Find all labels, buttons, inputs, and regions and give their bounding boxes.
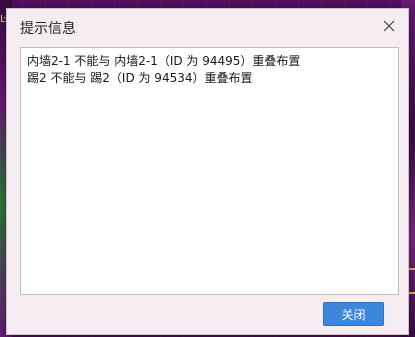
info-dialog: 提示信息 内墙2-1 不能与 内墙2-1（ID 为 94495）重叠布置 踢2 … <box>6 8 409 335</box>
close-icon[interactable] <box>378 15 400 37</box>
message-line: 踢2 不能与 踢2（ID 为 94534）重叠布置 <box>27 71 253 85</box>
message-line: 内墙2-1 不能与 内墙2-1（ID 为 94495）重叠布置 <box>27 54 301 68</box>
dialog-title: 提示信息 <box>20 21 76 37</box>
message-text-area[interactable]: 内墙2-1 不能与 内墙2-1（ID 为 94495）重叠布置 踢2 不能与 踢… <box>20 47 399 295</box>
close-button[interactable]: 关闭 <box>323 302 384 326</box>
dialog-titlebar[interactable]: 提示信息 <box>7 9 408 43</box>
close-icon-glyph <box>383 20 395 32</box>
